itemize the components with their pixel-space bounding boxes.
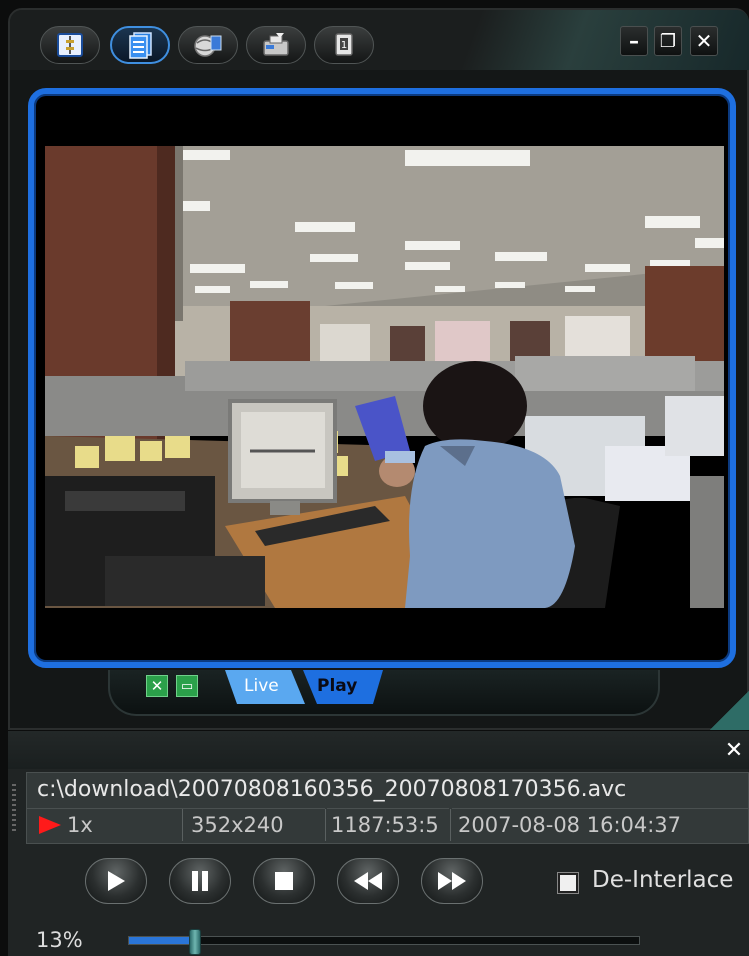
close-button[interactable]: ✕ <box>690 26 718 56</box>
office-scene-image <box>45 146 724 608</box>
rewind-icon <box>354 872 382 890</box>
elapsed-time: 1187:53:5 <box>327 808 449 840</box>
resolution: 352x240 <box>185 808 325 840</box>
network-icon <box>194 35 222 57</box>
config-button[interactable] <box>40 26 100 64</box>
info-icon: 1 <box>335 33 353 56</box>
minimize-button[interactable]: – <box>620 26 648 56</box>
progress-percent: 13% <box>36 928 83 952</box>
file-info-box: c:\download\20070808160356_2007080817035… <box>26 772 749 844</box>
network-button[interactable] <box>178 26 238 64</box>
toolbar-buttons: 1 <box>40 26 375 66</box>
corner-decoration <box>710 690 749 730</box>
restore-button[interactable]: ❐ <box>654 26 682 56</box>
divider <box>450 809 451 841</box>
window-mode-button[interactable]: ▭ <box>176 675 198 697</box>
progress-fill <box>129 937 195 944</box>
rewind-button[interactable] <box>337 858 399 904</box>
video-playback-image[interactable] <box>45 146 724 608</box>
stop-button[interactable] <box>253 858 315 904</box>
pause-button[interactable] <box>169 858 231 904</box>
play-direction-icon <box>39 816 61 834</box>
deinterlace-label: De-Interlace <box>592 867 734 893</box>
panel-titlebar <box>8 731 749 769</box>
play-icon <box>108 871 125 891</box>
snapshot-icon <box>263 33 289 56</box>
info-button[interactable]: 1 <box>314 26 374 64</box>
fast-forward-icon <box>438 872 466 890</box>
record-list-button[interactable] <box>110 26 170 64</box>
snapshot-button[interactable] <box>246 26 306 64</box>
timestamp: 2007-08-08 16:04:37 <box>452 808 748 840</box>
pause-icon <box>192 871 208 891</box>
record-list-icon <box>129 32 152 59</box>
tab-play[interactable]: Play <box>317 676 357 696</box>
progress-slider[interactable] <box>128 936 640 945</box>
panel-close-button[interactable]: ✕ <box>722 736 746 764</box>
tab-live[interactable]: Live <box>244 676 279 696</box>
config-icon <box>57 33 83 57</box>
file-path: c:\download\20070808160356_2007080817035… <box>37 777 627 802</box>
drag-handle[interactable] <box>12 784 16 834</box>
play-button[interactable] <box>85 858 147 904</box>
fast-forward-button[interactable] <box>421 858 483 904</box>
deinterlace-checkbox[interactable] <box>557 872 579 894</box>
speed-value: 1x <box>67 812 93 837</box>
divider <box>325 809 326 841</box>
svg-text:1: 1 <box>341 40 347 51</box>
fullscreen-button[interactable]: ✕ <box>146 675 168 697</box>
stop-icon <box>275 872 293 890</box>
progress-thumb[interactable] <box>189 929 201 955</box>
divider <box>182 809 183 841</box>
